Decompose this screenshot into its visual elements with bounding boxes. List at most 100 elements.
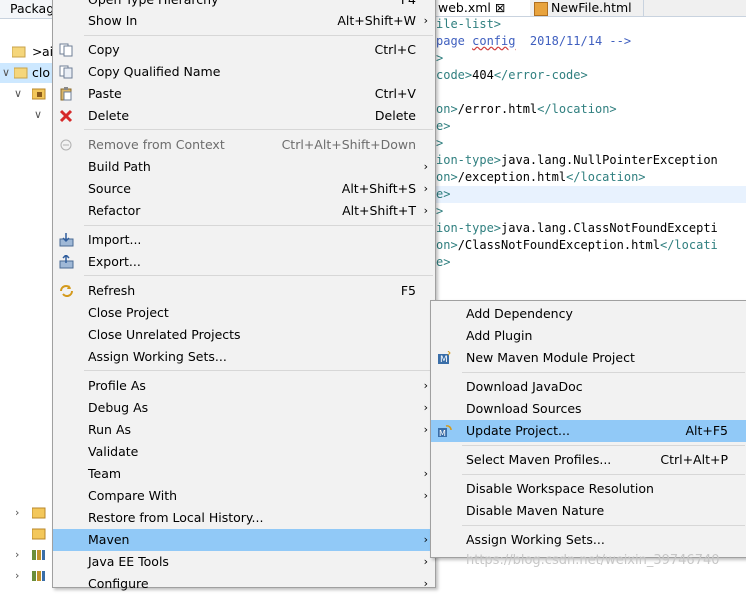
chevron-right-icon: › (423, 577, 428, 590)
menu-item-select-maven-profiles[interactable]: Select Maven Profiles... Ctrl+Alt+P (431, 449, 746, 471)
code-line: > (436, 51, 444, 65)
maven-module-icon: M (438, 351, 451, 365)
menu-item-assign-working-sets[interactable]: Assign Working Sets... (53, 346, 435, 368)
svg-text:M: M (440, 355, 448, 365)
menu-item-run-as[interactable]: Run As › (53, 419, 435, 441)
html-file-icon (534, 1, 548, 16)
code-line: e> (436, 255, 451, 269)
chevron-right-icon: › (423, 533, 428, 546)
code-line: ion-type>java.lang.NullPointerException (436, 153, 718, 167)
menu-item-team[interactable]: Team › (53, 463, 435, 485)
chevron-down-icon[interactable]: ∨ (2, 63, 10, 83)
menu-item-export[interactable]: Export... (53, 251, 435, 273)
context-menu: Open Type HierarchyF4 Show InAlt+Shift+W… (52, 0, 436, 591)
folder-icon (32, 507, 46, 519)
library-icon (32, 550, 45, 560)
menu-item-paste[interactable]: Paste Ctrl+V (53, 83, 435, 105)
menu-item-update-project[interactable]: M Update Project... Alt+F5 (431, 420, 746, 442)
tree-item-label: clo (32, 65, 50, 80)
menu-item-download-sources[interactable]: Download Sources (431, 398, 746, 420)
code-line: page config 2018/11/14 --> (436, 34, 632, 48)
chevron-right-icon: › (423, 204, 428, 217)
chevron-right-icon: › (423, 401, 428, 414)
watermark-text: https://blog.csdn.net/weixin_39746740 (466, 553, 720, 568)
menu-item-close-project[interactable]: Close Project (53, 302, 435, 324)
code-line: e> (436, 119, 451, 133)
menu-separator (84, 275, 433, 276)
menu-item-close-unrelated-projects[interactable]: Close Unrelated Projects (53, 324, 435, 346)
menu-item-debug-as[interactable]: Debug As › (53, 397, 435, 419)
current-line-highlight (434, 186, 746, 203)
menu-separator (84, 370, 433, 371)
chevron-down-icon[interactable]: ∨ (14, 84, 22, 104)
package-explorer-tab[interactable]: Packag (0, 0, 60, 19)
tree-item-child[interactable]: ∨ (0, 84, 60, 104)
tab-web-xml[interactable]: web.xml ⊠ (434, 0, 539, 16)
menu-item-profile-as[interactable]: Profile As › (53, 375, 435, 397)
menu-item-build-path[interactable]: Build Path › (53, 156, 435, 178)
chevron-right-icon[interactable]: › (15, 545, 19, 565)
chevron-right-icon: › (423, 489, 428, 502)
menu-item-maven[interactable]: Maven › (53, 529, 435, 551)
svg-text:M: M (439, 429, 446, 438)
menu-separator (462, 445, 745, 446)
menu-item-assign-working-sets[interactable]: Assign Working Sets... (431, 529, 746, 551)
maven-submenu: Add Dependency Add Plugin M New Maven Mo… (430, 300, 746, 558)
menu-separator (462, 372, 745, 373)
chevron-right-icon: › (423, 160, 428, 173)
tree-item-child[interactable]: › (0, 545, 60, 565)
menu-separator (462, 474, 745, 475)
paste-icon (60, 87, 72, 101)
code-line: > (436, 204, 444, 218)
code-line: on>/ClassNotFoundException.html</locati (436, 238, 718, 252)
menu-item-show-in[interactable]: Show In Alt+Shift+W › (53, 10, 435, 32)
menu-item-compare-with[interactable]: Compare With › (53, 485, 435, 507)
chevron-right-icon: › (423, 379, 428, 392)
menu-item-remove-from-context[interactable]: Remove from Context Ctrl+Alt+Shift+Down (53, 134, 435, 156)
menu-item-validate[interactable]: Validate (53, 441, 435, 463)
chevron-right-icon: › (423, 555, 428, 568)
menu-item-disable-workspace-resolution[interactable]: Disable Workspace Resolution (431, 478, 746, 500)
tree-item-project-1[interactable]: > ai (0, 42, 60, 62)
menu-item-copy[interactable]: Copy Ctrl+C (53, 39, 435, 61)
chevron-right-icon[interactable]: › (15, 503, 19, 523)
delete-icon (59, 109, 73, 123)
export-icon (59, 255, 74, 269)
menu-item-refactor[interactable]: Refactor Alt+Shift+T › (53, 200, 435, 222)
library-icon (32, 571, 45, 581)
tree-item-child[interactable]: › (0, 566, 60, 586)
tab-newfile-html[interactable]: NewFile.html (530, 0, 644, 16)
menu-item-add-dependency[interactable]: Add Dependency (431, 303, 746, 325)
remove-context-icon (60, 139, 72, 151)
menu-item-refresh[interactable]: Refresh F5 (53, 280, 435, 302)
copy-qualified-name-icon (59, 65, 73, 79)
chevron-right-icon: › (423, 467, 428, 480)
menu-separator (84, 35, 433, 36)
project-folder-icon (12, 46, 26, 58)
update-project-icon: M (438, 425, 452, 438)
menu-item-source[interactable]: Source Alt+Shift+S › (53, 178, 435, 200)
tree-item-prefix: > (32, 44, 43, 59)
code-line: on>/exception.html</location> (436, 170, 646, 184)
menu-separator (462, 525, 745, 526)
tree-item-child[interactable] (0, 524, 60, 544)
menu-item-add-plugin[interactable]: Add Plugin (431, 325, 746, 347)
menu-item-java-ee-tools[interactable]: Java EE Tools › (53, 551, 435, 573)
menu-item-restore-from-local-history[interactable]: Restore from Local History... (53, 507, 435, 529)
menu-item-import[interactable]: Import... (53, 229, 435, 251)
menu-item-download-javadoc[interactable]: Download JavaDoc (431, 376, 746, 398)
menu-item-new-maven-module-project[interactable]: M New Maven Module Project (431, 347, 746, 369)
code-line: ile-list> (436, 17, 502, 31)
menu-item-configure[interactable]: Configure › (53, 573, 435, 595)
menu-item-copy-qualified-name[interactable]: Copy Qualified Name (53, 61, 435, 83)
chevron-right-icon[interactable]: › (15, 566, 19, 586)
menu-item-delete[interactable]: Delete Delete (53, 105, 435, 127)
tree-item-child[interactable]: › (0, 503, 60, 523)
import-icon (59, 233, 74, 247)
tree-item-project-2[interactable]: ∨ clo (0, 63, 60, 83)
chevron-down-icon[interactable]: ∨ (34, 105, 42, 125)
code-line: ion-type>java.lang.ClassNotFoundExcepti (436, 221, 718, 235)
tree-item-child[interactable]: ∨ (0, 105, 60, 125)
menu-separator (84, 129, 433, 130)
menu-item-disable-maven-nature[interactable]: Disable Maven Nature (431, 500, 746, 522)
